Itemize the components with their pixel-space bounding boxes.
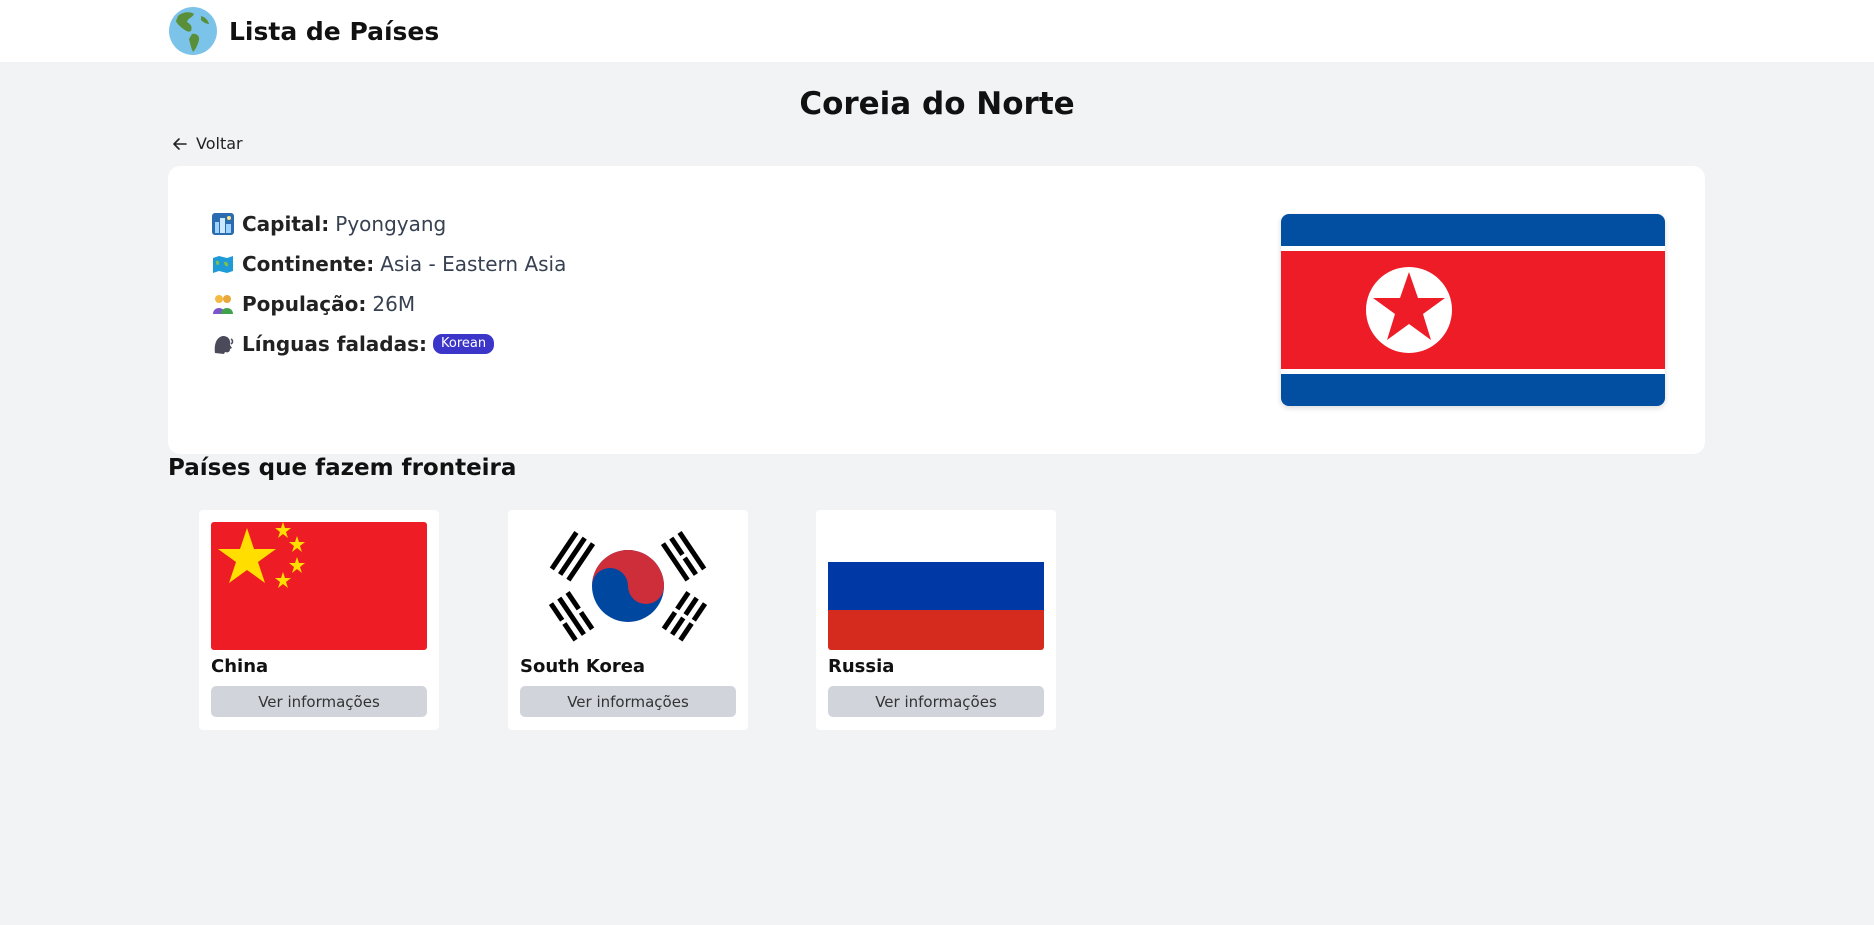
- capital-value: Pyongyang: [335, 212, 447, 236]
- borders-section-title: Países que fazem fronteira: [168, 455, 517, 481]
- continent-value: Asia - Eastern Asia: [380, 252, 567, 276]
- neighbor-card-china: China Ver informações: [199, 510, 439, 730]
- view-info-button-russia[interactable]: Ver informações: [828, 686, 1044, 717]
- south-korea-flag: [520, 522, 736, 650]
- cityscape-icon: [212, 213, 234, 235]
- population-row: População: 26M: [212, 284, 566, 324]
- back-link[interactable]: Voltar: [172, 134, 243, 153]
- capital-row: Capital: Pyongyang: [212, 204, 566, 244]
- top-bar: Lista de Países: [0, 0, 1874, 62]
- neighbor-name: South Korea: [520, 656, 646, 677]
- globe-icon: [169, 7, 217, 55]
- capital-label: Capital:: [242, 212, 330, 236]
- china-flag: [211, 522, 427, 650]
- russia-flag: [828, 522, 1044, 650]
- country-info-list: Capital: Pyongyang Continente: Asia - Ea…: [212, 204, 566, 364]
- speaking-head-icon: [214, 336, 234, 354]
- neighbor-name: China: [211, 656, 269, 677]
- view-info-button-china[interactable]: Ver informações: [211, 686, 427, 717]
- languages-row: Línguas faladas: Korean: [212, 324, 566, 364]
- population-value: 26M: [372, 292, 416, 316]
- back-label: Voltar: [196, 134, 243, 153]
- neighbor-card-south-korea: South Korea Ver informações: [508, 510, 748, 730]
- continent-label: Continente:: [242, 252, 375, 276]
- app-title: Lista de Países: [229, 16, 440, 46]
- map-icon: [213, 256, 233, 273]
- view-info-button-south-korea[interactable]: Ver informações: [520, 686, 736, 717]
- country-details-card: Capital: Pyongyang Continente: Asia - Ea…: [168, 166, 1705, 454]
- brand[interactable]: Lista de Países: [168, 6, 439, 56]
- population-label: População:: [242, 292, 367, 316]
- north-korea-flag: [1281, 214, 1665, 406]
- neighbor-name: Russia: [828, 656, 895, 677]
- arrow-left-icon: [173, 137, 187, 150]
- people-icon: [213, 295, 233, 314]
- neighbor-card-russia: Russia Ver informações: [816, 510, 1056, 730]
- continent-row: Continente: Asia - Eastern Asia: [212, 244, 566, 284]
- language-badge: Korean: [433, 334, 495, 354]
- languages-label: Línguas faladas:: [242, 332, 428, 356]
- page-title: Coreia do Norte: [799, 86, 1075, 122]
